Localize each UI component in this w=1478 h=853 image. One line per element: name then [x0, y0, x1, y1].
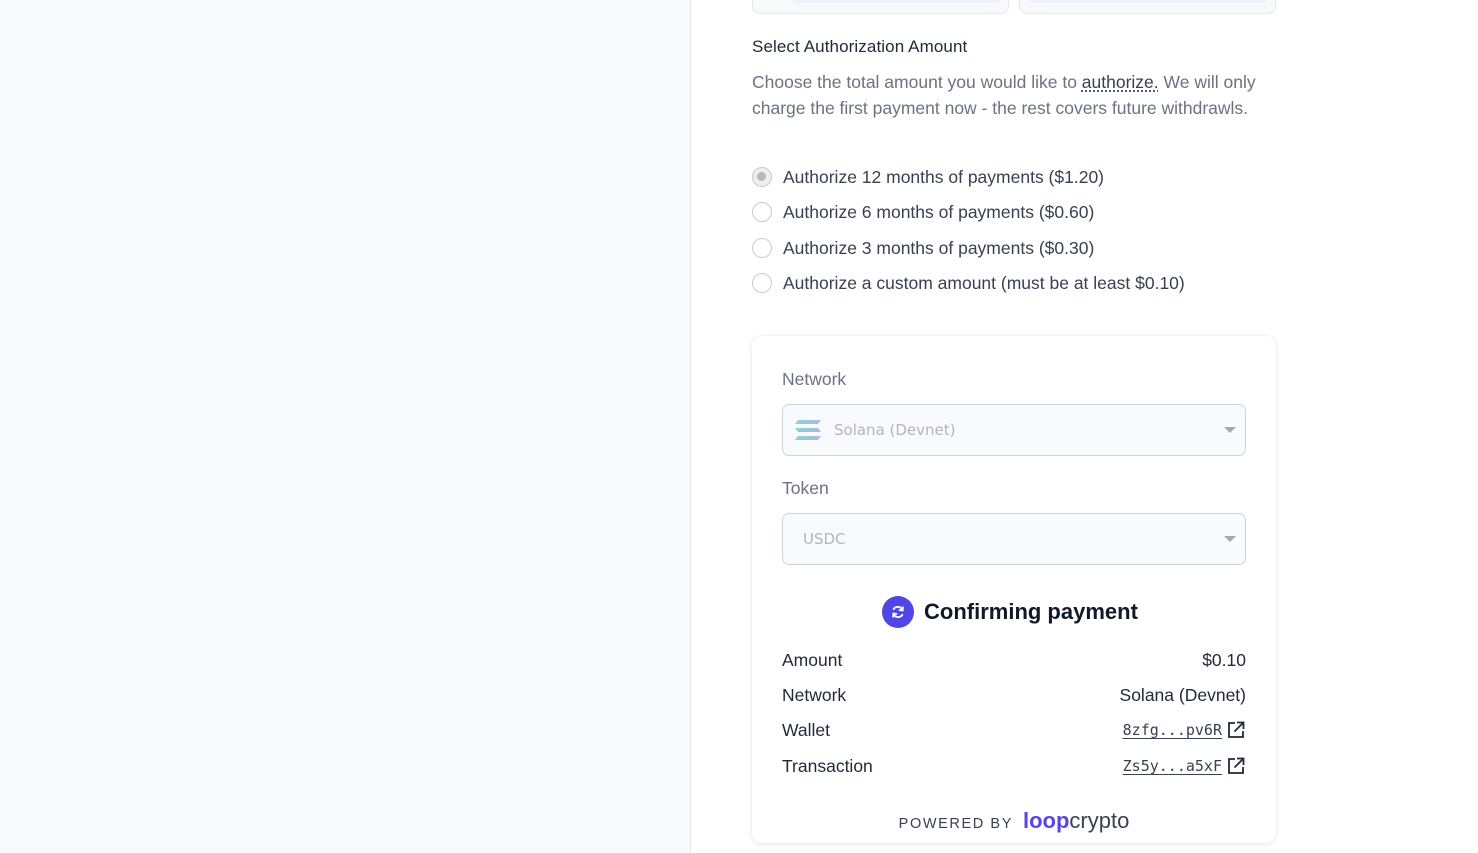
detail-key: Network — [782, 684, 847, 705]
detail-value: $0.10 — [1202, 649, 1246, 670]
transaction-hash[interactable]: Zs5y...a5xF — [1123, 757, 1222, 775]
wallet-link[interactable]: 8zfg...pv6R — [1123, 720, 1246, 740]
option-3-months[interactable]: Authorize 3 months of payments ($0.30) — [752, 237, 1252, 259]
left-pane — [0, 0, 691, 853]
detail-key: Transaction — [782, 755, 873, 776]
radio-3-months[interactable] — [752, 238, 772, 258]
detail-value: Solana (Devnet) — [1119, 684, 1246, 705]
loopcrypto-logo[interactable]: loopcrypto — [1023, 808, 1129, 834]
option-label: Authorize a custom amount (must be at le… — [783, 272, 1185, 293]
section-title: Select Authorization Amount — [752, 37, 968, 56]
transaction-link[interactable]: Zs5y...a5xF — [1123, 756, 1246, 776]
detail-row-transaction: Transaction Zs5y...a5xF — [782, 754, 1246, 778]
chevron-down-icon — [1224, 427, 1236, 433]
option-label: Authorize 12 months of payments ($1.20) — [783, 166, 1105, 187]
payment-status: Confirming payment — [882, 596, 1138, 628]
authorize-term-tooltip[interactable]: authorize. — [1082, 72, 1159, 92]
brand-loop: loop — [1022, 808, 1070, 833]
detail-row-wallet: Wallet 8zfg...pv6R — [782, 718, 1246, 742]
network-select-value: Solana (Devnet) — [834, 421, 956, 439]
solana-logo-icon — [795, 420, 821, 440]
description-text-start: Choose the total amount you would like t… — [752, 72, 1082, 92]
chevron-down-icon — [1224, 536, 1236, 542]
detail-row-network: Network Solana (Devnet) — [782, 683, 1246, 707]
radio-6-months[interactable] — [752, 202, 772, 222]
powered-by-footer: POWERED BY loopcrypto — [752, 808, 1276, 834]
detail-key: Wallet — [782, 719, 830, 740]
option-label: Authorize 6 months of payments ($0.60) — [783, 201, 1095, 222]
external-link-icon[interactable] — [1226, 756, 1246, 776]
authorization-description: Choose the total amount you would like t… — [752, 70, 1272, 121]
radio-12-months[interactable] — [752, 167, 772, 187]
refresh-icon — [882, 596, 914, 628]
detail-key: Amount — [782, 649, 843, 670]
external-link-icon[interactable] — [1226, 720, 1246, 740]
checkout-card: Network Solana (Devnet) Token USDC Confi… — [752, 336, 1276, 843]
status-title: Confirming payment — [924, 599, 1138, 624]
radio-custom-amount[interactable] — [752, 273, 772, 293]
token-select-value: USDC — [803, 530, 846, 548]
powered-by-label: POWERED BY — [898, 816, 1013, 832]
option-6-months[interactable]: Authorize 6 months of payments ($0.60) — [752, 201, 1252, 223]
option-custom-amount[interactable]: Authorize a custom amount (must be at le… — [752, 272, 1252, 294]
top-option-card-right[interactable] — [1019, 0, 1276, 14]
option-12-months[interactable]: Authorize 12 months of payments ($1.20) — [752, 166, 1252, 188]
option-label: Authorize 3 months of payments ($0.30) — [783, 237, 1095, 258]
brand-crypto: crypto — [1069, 808, 1130, 833]
token-label: Token — [782, 478, 829, 498]
network-label: Network — [782, 369, 847, 389]
token-select[interactable]: USDC — [782, 513, 1246, 565]
wallet-address[interactable]: 8zfg...pv6R — [1123, 721, 1222, 739]
top-option-card-left[interactable] — [752, 0, 1009, 14]
network-select[interactable]: Solana (Devnet) — [782, 404, 1246, 456]
detail-row-amount: Amount $0.10 — [782, 648, 1246, 672]
